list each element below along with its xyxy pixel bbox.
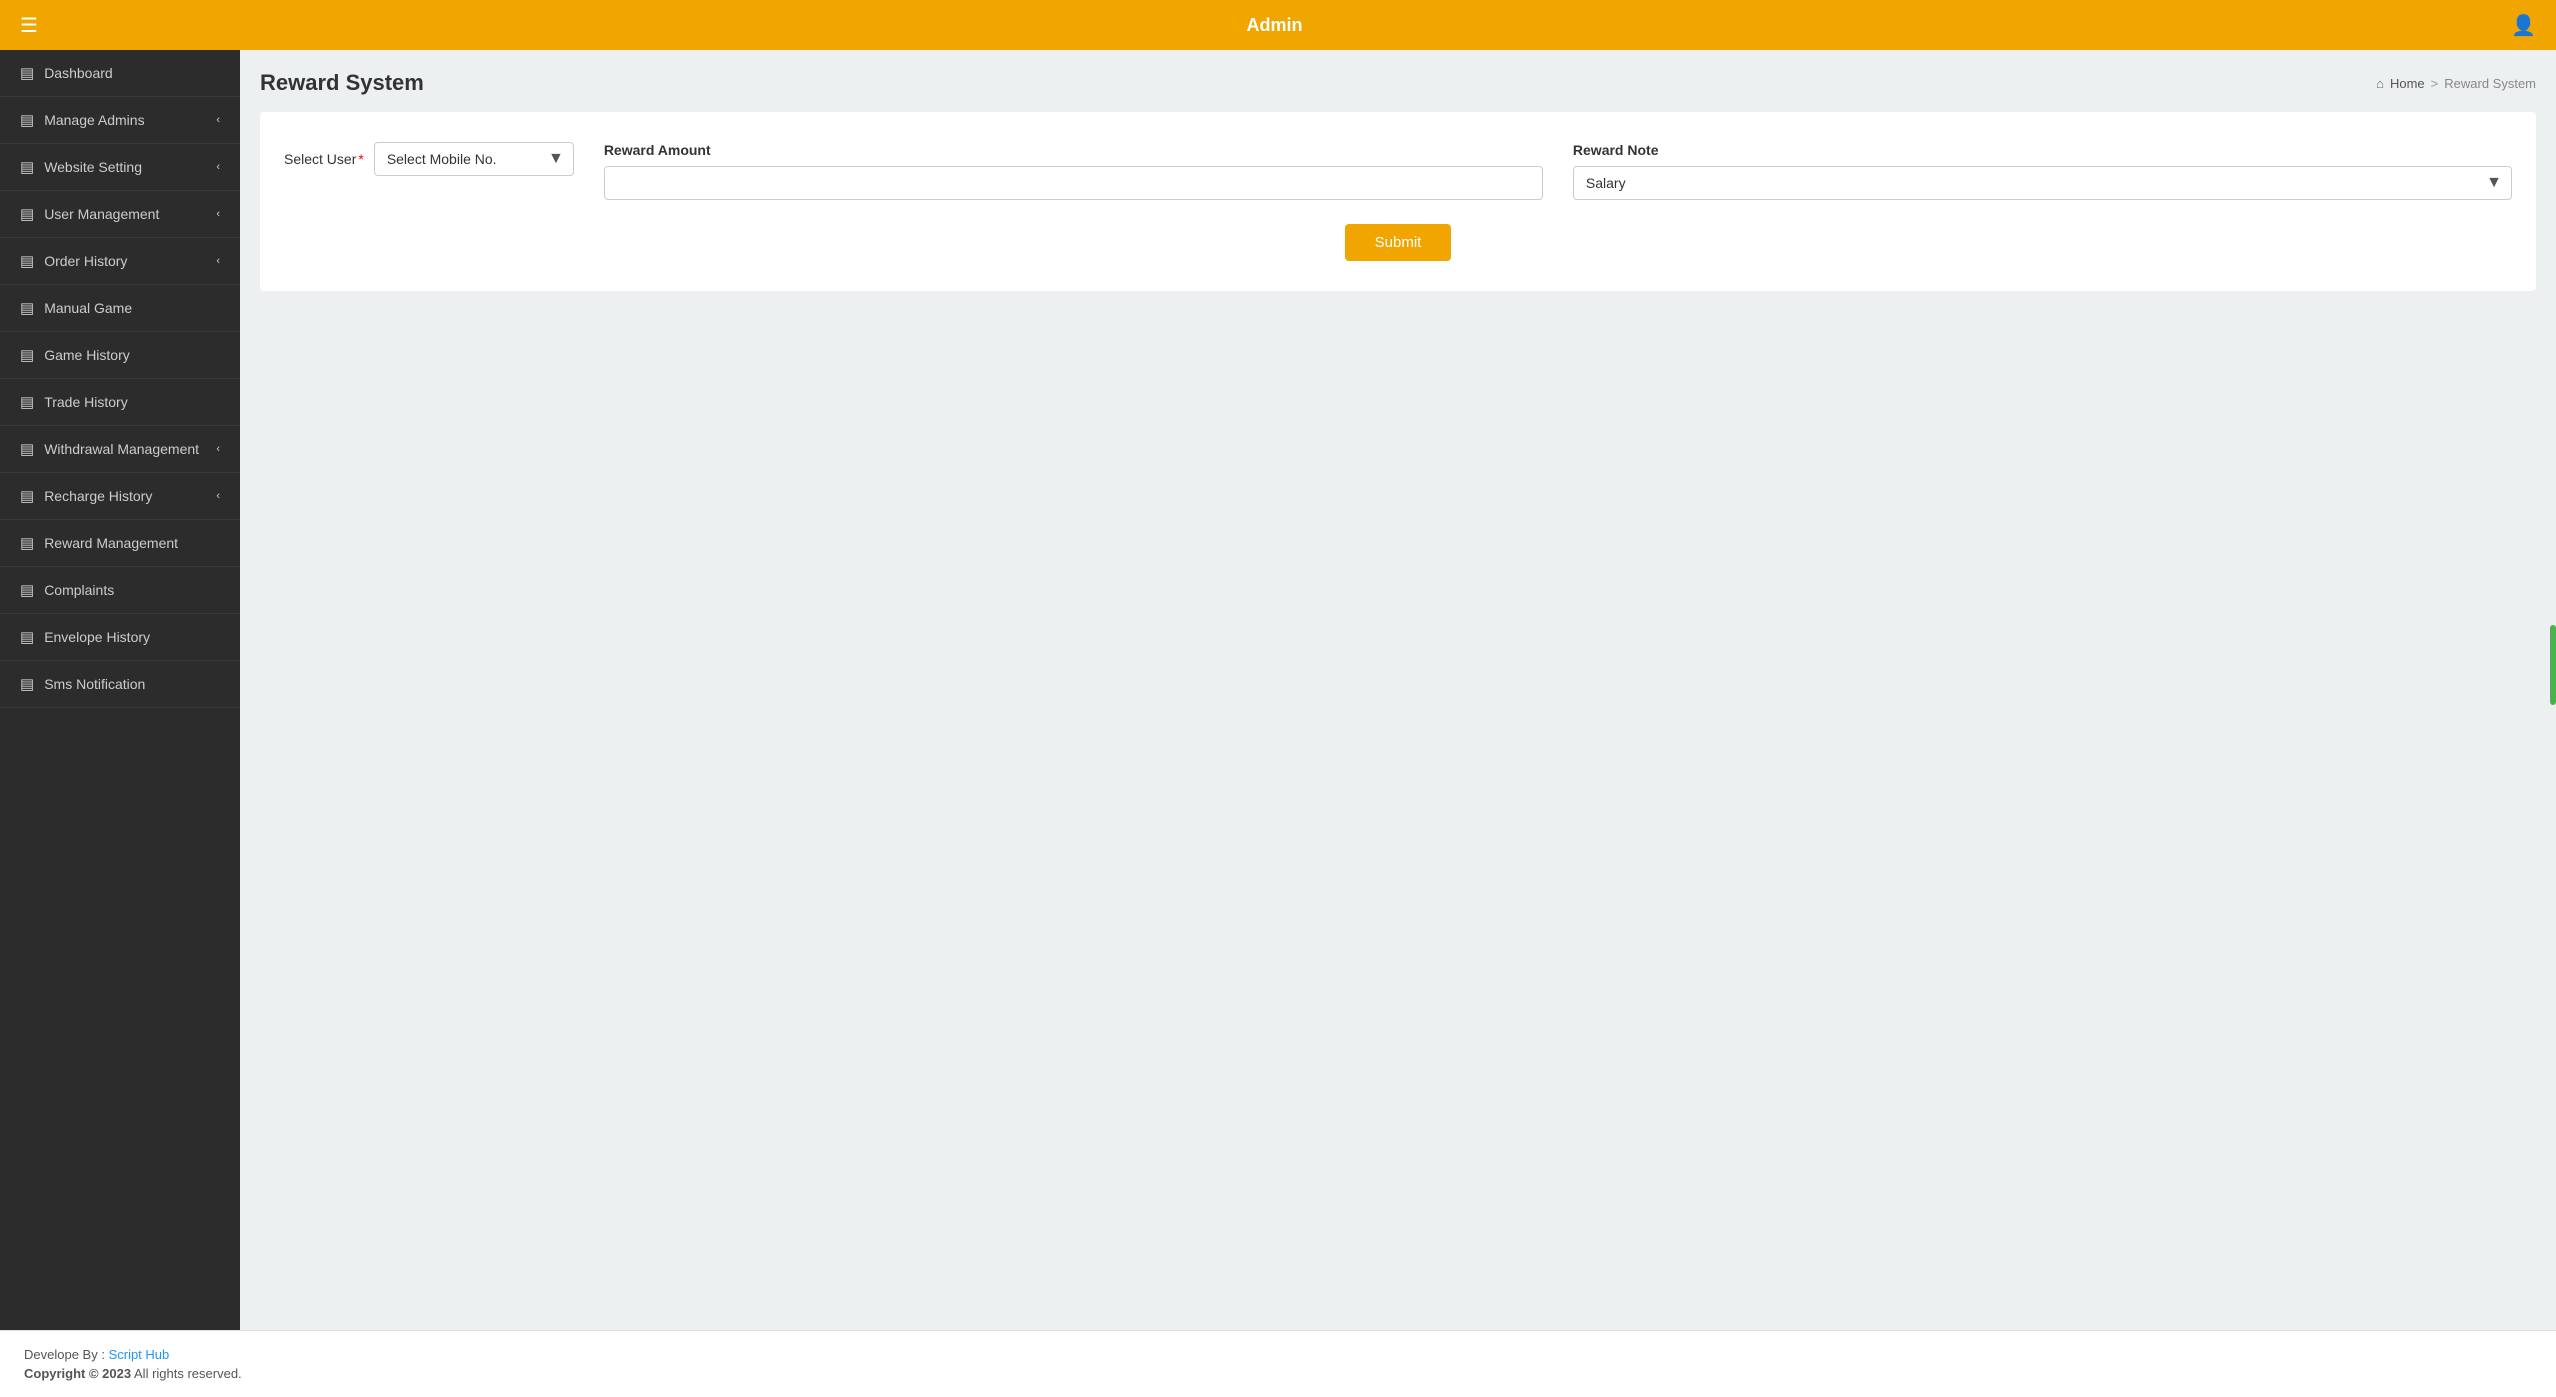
sidebar-label-recharge-history: Recharge History bbox=[44, 488, 206, 504]
chevron-icon-user-management: ‹ bbox=[216, 208, 220, 220]
chevron-icon-manage-admins: ‹ bbox=[216, 114, 220, 126]
sidebar-label-dashboard: Dashboard bbox=[44, 65, 220, 81]
sidebar-item-complaints[interactable]: ▤ Complaints bbox=[0, 567, 240, 614]
form-actions: Submit bbox=[284, 224, 2512, 261]
sidebar-icon-complaints: ▤ bbox=[20, 581, 34, 599]
dev-link[interactable]: Script Hub bbox=[109, 1347, 170, 1362]
sidebar-label-reward-management: Reward Management bbox=[44, 535, 220, 551]
select-user-group: Select User* Select Mobile No. ▼ bbox=[284, 142, 574, 176]
reward-amount-input[interactable] bbox=[604, 166, 1543, 200]
sidebar-icon-dashboard: ▤ bbox=[20, 64, 34, 82]
select-user-label: Select User* bbox=[284, 151, 364, 167]
reward-note-group: Reward Note Salary ▼ bbox=[1573, 142, 2512, 200]
layout: ▤ Dashboard ▤ Manage Admins ‹ ▤ Website … bbox=[0, 50, 2556, 1330]
sidebar-icon-website-setting: ▤ bbox=[20, 158, 34, 176]
header: ☰ Admin 👤 bbox=[0, 0, 2556, 50]
form-row: Select User* Select Mobile No. ▼ Reward … bbox=[284, 142, 2512, 200]
sidebar-icon-game-history: ▤ bbox=[20, 346, 34, 364]
sidebar-item-recharge-history[interactable]: ▤ Recharge History ‹ bbox=[0, 473, 240, 520]
footer: Develope By : Script Hub Copyright © 202… bbox=[0, 1330, 2556, 1397]
sidebar-icon-envelope-history: ▤ bbox=[20, 628, 34, 646]
sidebar-icon-manual-game: ▤ bbox=[20, 299, 34, 317]
sidebar-item-manage-admins[interactable]: ▤ Manage Admins ‹ bbox=[0, 97, 240, 144]
dev-credit: Develope By : Script Hub bbox=[24, 1347, 2532, 1362]
sidebar-icon-withdrawal-management: ▤ bbox=[20, 440, 34, 458]
breadcrumb-bar: Reward System ⌂ Home > Reward System bbox=[260, 70, 2536, 96]
chevron-icon-recharge-history: ‹ bbox=[216, 490, 220, 502]
sidebar-icon-reward-management: ▤ bbox=[20, 534, 34, 552]
breadcrumb-current: Reward System bbox=[2444, 76, 2536, 91]
sidebar-icon-recharge-history: ▤ bbox=[20, 487, 34, 505]
reward-amount-label: Reward Amount bbox=[604, 142, 1543, 158]
sidebar-label-trade-history: Trade History bbox=[44, 394, 220, 410]
sidebar-icon-user-management: ▤ bbox=[20, 205, 34, 223]
sidebar-icon-sms-notification: ▤ bbox=[20, 675, 34, 693]
sidebar-item-manual-game[interactable]: ▤ Manual Game bbox=[0, 285, 240, 332]
scroll-indicator[interactable] bbox=[2550, 625, 2556, 705]
reward-note-select[interactable]: Salary bbox=[1573, 166, 2512, 200]
reward-form-card: Select User* Select Mobile No. ▼ Reward … bbox=[260, 112, 2536, 291]
breadcrumb: ⌂ Home > Reward System bbox=[2376, 76, 2536, 91]
sidebar-label-manage-admins: Manage Admins bbox=[44, 112, 206, 128]
breadcrumb-separator: > bbox=[2431, 76, 2439, 91]
main-content: Reward System ⌂ Home > Reward System Sel… bbox=[240, 50, 2556, 1330]
required-star: * bbox=[358, 151, 363, 167]
sidebar-label-withdrawal-management: Withdrawal Management bbox=[44, 441, 206, 457]
copyright-line: Copyright © 2023 All rights reserved. bbox=[24, 1366, 2532, 1381]
sidebar-item-withdrawal-management[interactable]: ▤ Withdrawal Management ‹ bbox=[0, 426, 240, 473]
copyright-text: Copyright © 2023 bbox=[24, 1366, 131, 1381]
sidebar-icon-trade-history: ▤ bbox=[20, 393, 34, 411]
sidebar-label-order-history: Order History bbox=[44, 253, 206, 269]
sidebar-label-manual-game: Manual Game bbox=[44, 300, 220, 316]
sidebar-label-user-management: User Management bbox=[44, 206, 206, 222]
sidebar: ▤ Dashboard ▤ Manage Admins ‹ ▤ Website … bbox=[0, 50, 240, 1330]
sidebar-item-dashboard[interactable]: ▤ Dashboard bbox=[0, 50, 240, 97]
sidebar-item-reward-management[interactable]: ▤ Reward Management bbox=[0, 520, 240, 567]
select-mobile-wrapper: Select Mobile No. ▼ bbox=[374, 142, 574, 176]
sidebar-item-sms-notification[interactable]: ▤ Sms Notification bbox=[0, 661, 240, 708]
sidebar-label-sms-notification: Sms Notification bbox=[44, 676, 220, 692]
page-title: Reward System bbox=[260, 70, 424, 96]
submit-button[interactable]: Submit bbox=[1345, 224, 1452, 261]
chevron-icon-order-history: ‹ bbox=[216, 255, 220, 267]
rights-text: All rights reserved. bbox=[134, 1366, 242, 1381]
home-icon: ⌂ bbox=[2376, 76, 2384, 91]
reward-note-label: Reward Note bbox=[1573, 142, 2512, 158]
sidebar-icon-order-history: ▤ bbox=[20, 252, 34, 270]
reward-amount-group: Reward Amount bbox=[604, 142, 1543, 200]
sidebar-label-envelope-history: Envelope History bbox=[44, 629, 220, 645]
brand-title: Admin bbox=[1247, 15, 1303, 36]
chevron-icon-website-setting: ‹ bbox=[216, 161, 220, 173]
sidebar-label-game-history: Game History bbox=[44, 347, 220, 363]
sidebar-item-envelope-history[interactable]: ▤ Envelope History bbox=[0, 614, 240, 661]
sidebar-item-game-history[interactable]: ▤ Game History bbox=[0, 332, 240, 379]
sidebar-item-order-history[interactable]: ▤ Order History ‹ bbox=[0, 238, 240, 285]
user-icon[interactable]: 👤 bbox=[2511, 13, 2536, 38]
hamburger-icon[interactable]: ☰ bbox=[20, 13, 38, 38]
sidebar-icon-manage-admins: ▤ bbox=[20, 111, 34, 129]
sidebar-item-website-setting[interactable]: ▤ Website Setting ‹ bbox=[0, 144, 240, 191]
sidebar-item-user-management[interactable]: ▤ User Management ‹ bbox=[0, 191, 240, 238]
select-user-dropdown[interactable]: Select Mobile No. bbox=[374, 142, 574, 176]
sidebar-label-complaints: Complaints bbox=[44, 582, 220, 598]
sidebar-item-trade-history[interactable]: ▤ Trade History bbox=[0, 379, 240, 426]
home-link[interactable]: Home bbox=[2390, 76, 2425, 91]
develope-by-text: Develope By : bbox=[24, 1347, 105, 1362]
sidebar-label-website-setting: Website Setting bbox=[44, 159, 206, 175]
chevron-icon-withdrawal-management: ‹ bbox=[216, 443, 220, 455]
